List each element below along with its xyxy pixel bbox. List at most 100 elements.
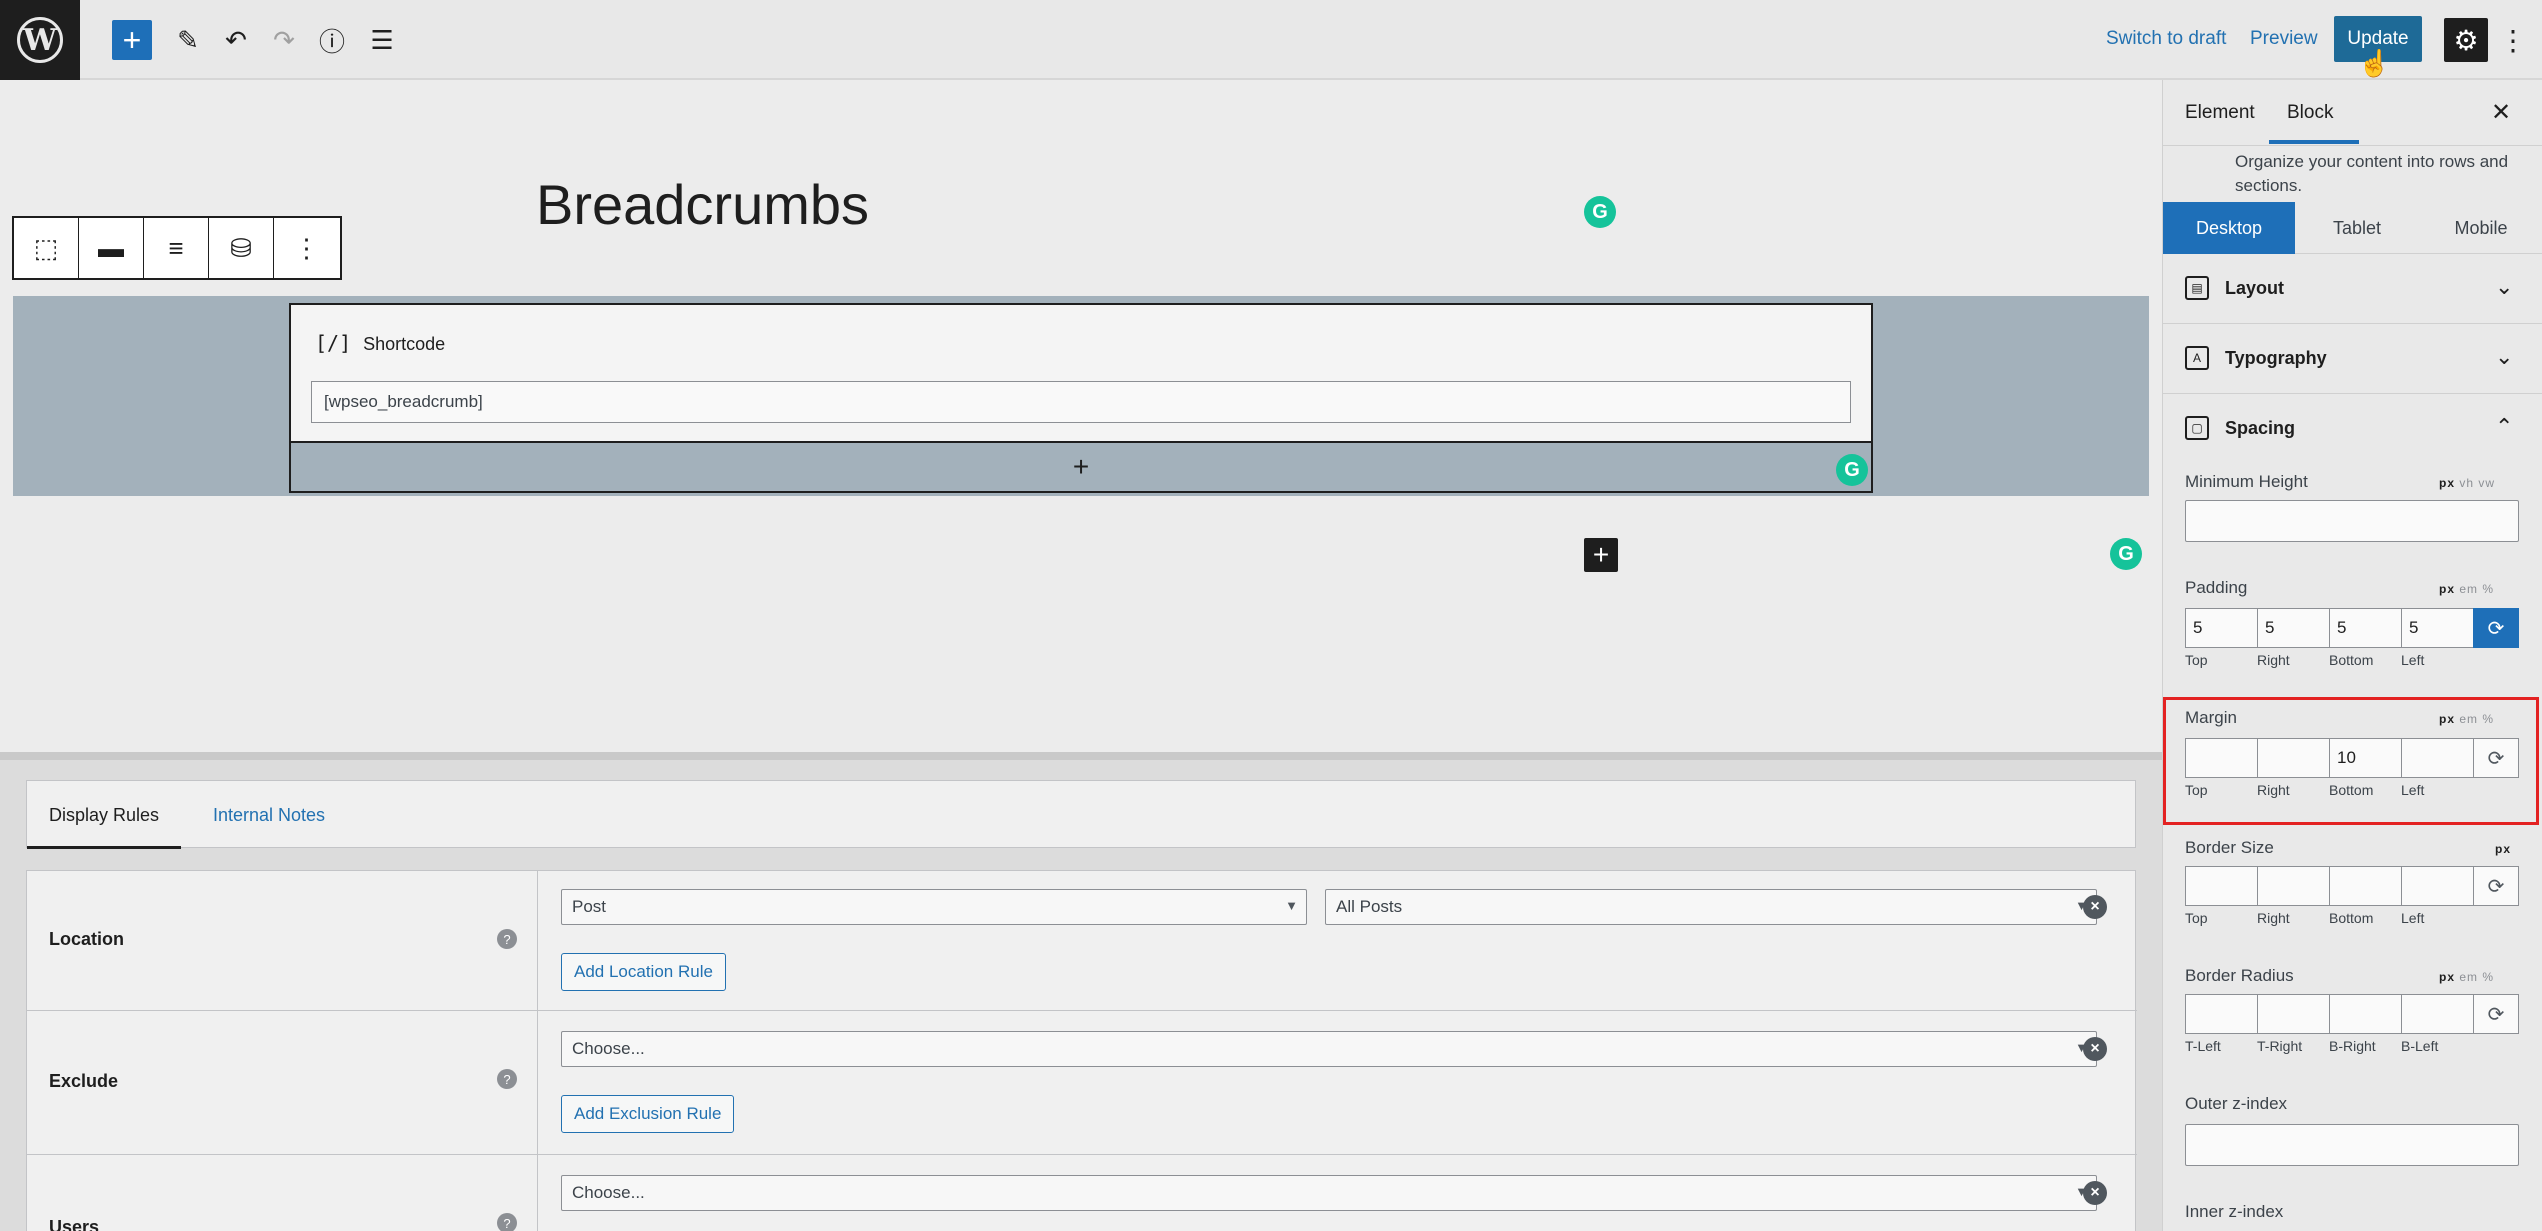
tab-block[interactable]: Block [2287, 102, 2333, 124]
rule-row-exclude: Exclude ? Choose... ▼ × Add Exclusion Rul… [27, 1011, 2137, 1155]
users-select[interactable]: Choose... ▼ [561, 1175, 2097, 1211]
min-height-input[interactable] [2185, 500, 2519, 542]
side-label: Bottom [2329, 652, 2374, 668]
list-view-icon[interactable]: ☰ [362, 20, 402, 60]
location-type-select[interactable]: Post ▼ [561, 889, 1307, 925]
add-location-rule-button[interactable]: Add Location Rule [561, 953, 726, 991]
wordpress-icon: W [17, 17, 63, 63]
rule-label: Location [49, 929, 124, 949]
outer-z-index-input[interactable] [2185, 1124, 2519, 1166]
shortcode-input[interactable]: [wpseo_breadcrumb] [311, 381, 1851, 423]
unit-switcher[interactable]: px vh vw [2439, 476, 2495, 490]
select-parent-icon[interactable]: ⬚ [14, 218, 79, 278]
help-icon[interactable]: ? [497, 1213, 517, 1231]
sidebar-tabs: Element Block ✕ [2163, 80, 2542, 146]
block-options-icon[interactable]: ⋮ [274, 218, 339, 278]
rule-label: Users [49, 1217, 100, 1231]
padding-bottom-input[interactable]: 5 [2329, 608, 2401, 648]
chevron-up-icon: ⌃ [2495, 414, 2514, 439]
tab-desktop[interactable]: Desktop [2163, 202, 2295, 254]
border-top-input[interactable] [2185, 866, 2257, 906]
corner-label: B-Right [2329, 1038, 2376, 1054]
radius-top-left-input[interactable] [2185, 994, 2257, 1034]
outer-z-index-label: Outer z-index [2185, 1094, 2288, 1113]
device-tabs: Desktop Tablet Mobile [2163, 202, 2542, 254]
shortcode-icon: [/] [315, 331, 352, 355]
wordpress-logo-button[interactable]: W [0, 0, 80, 80]
padding-right-input[interactable]: 5 [2257, 608, 2329, 648]
radius-bottom-right-input[interactable] [2329, 994, 2401, 1034]
remove-rule-icon[interactable]: × [2083, 1037, 2107, 1061]
tab-display-rules[interactable]: Display Rules [27, 781, 182, 849]
editor-toolbar: W + ✎ ↶ ↷ ⓘ ☰ Switch to draft Preview Up… [0, 0, 2542, 80]
link-values-icon[interactable]: ⟳ [2473, 994, 2519, 1034]
panel-spacing[interactable]: ▢ Spacing ⌃ [2163, 394, 2542, 464]
chevron-down-icon: ⌄ [2495, 274, 2514, 299]
info-icon[interactable]: ⓘ [312, 20, 352, 60]
grammarly-icon[interactable]: G [2110, 538, 2142, 570]
border-right-input[interactable] [2257, 866, 2329, 906]
preview-link[interactable]: Preview [2250, 28, 2318, 50]
tab-tablet[interactable]: Tablet [2295, 202, 2419, 254]
location-value-select[interactable]: All Posts ▼ [1325, 889, 2097, 925]
help-icon[interactable]: ? [497, 929, 517, 949]
link-values-icon[interactable]: ⟳ [2473, 608, 2519, 648]
rule-label: Exclude [49, 1071, 119, 1091]
exclude-select[interactable]: Choose... ▼ [561, 1031, 2097, 1067]
panel-layout[interactable]: ▤ Layout ⌄ [2163, 254, 2542, 324]
border-left-input[interactable] [2401, 866, 2473, 906]
radius-top-right-input[interactable] [2257, 994, 2329, 1034]
add-block-inline-button[interactable]: + [1584, 538, 1618, 572]
hand-cursor-icon: ☝ [2358, 48, 2391, 78]
corner-label: T-Right [2257, 1038, 2303, 1054]
side-label: Right [2257, 910, 2290, 926]
chevron-down-icon: ▼ [1285, 898, 1298, 913]
page-title[interactable]: Breadcrumbs [536, 172, 869, 237]
panel-typography[interactable]: A Typography ⌄ [2163, 324, 2542, 394]
add-block-button[interactable]: + [112, 20, 152, 60]
close-icon[interactable]: ✕ [2491, 98, 2511, 127]
unit-switcher[interactable]: px em % [2439, 970, 2494, 984]
border-bottom-input[interactable] [2329, 866, 2401, 906]
link-values-icon[interactable]: ⟳ [2473, 866, 2519, 906]
meta-tabs: Display Rules Internal Notes [26, 780, 2136, 849]
block-appender-button[interactable]: + [289, 443, 1873, 493]
redo-icon[interactable]: ↷ [264, 20, 304, 60]
settings-gear-button[interactable]: ⚙ [2444, 18, 2488, 62]
padding-left-input[interactable]: 5 [2401, 608, 2473, 648]
corner-label: B-Left [2401, 1038, 2439, 1054]
tab-element[interactable]: Element [2185, 102, 2255, 124]
side-label: Top [2185, 910, 2208, 926]
corner-label: T-Left [2185, 1038, 2221, 1054]
text-align-icon[interactable]: ≡ [144, 218, 209, 278]
align-icon[interactable]: ▬ [79, 218, 144, 278]
typography-icon: A [2185, 346, 2209, 370]
grammarly-icon[interactable]: G [1836, 454, 1868, 486]
display-rules-table: Location ? Post ▼ All Posts ▼ × Add Locati… [26, 870, 2137, 1231]
database-icon[interactable]: ⛁ [209, 218, 274, 278]
shortcode-label: Shortcode [363, 334, 446, 354]
more-options-button[interactable]: ⋮ [2498, 20, 2528, 60]
pencil-icon[interactable]: ✎ [168, 20, 208, 60]
border-radius-label: Border Radius [2185, 966, 2294, 985]
tab-mobile[interactable]: Mobile [2419, 202, 2542, 254]
remove-rule-icon[interactable]: × [2083, 895, 2107, 919]
radius-bottom-left-input[interactable] [2401, 994, 2473, 1034]
remove-rule-icon[interactable]: × [2083, 1181, 2107, 1205]
unit-switcher[interactable]: px em % [2439, 582, 2494, 596]
add-exclusion-rule-button[interactable]: Add Exclusion Rule [561, 1095, 735, 1133]
unit-switcher[interactable]: px [2495, 842, 2511, 856]
tab-internal-notes[interactable]: Internal Notes [191, 781, 347, 849]
switch-to-draft-link[interactable]: Switch to draft [2106, 28, 2226, 50]
undo-icon[interactable]: ↶ [216, 20, 256, 60]
padding-top-input[interactable]: 5 [2185, 608, 2257, 648]
layout-icon: ▤ [2185, 276, 2209, 300]
side-label: Top [2185, 652, 2208, 668]
spacing-icon: ▢ [2185, 416, 2209, 440]
rule-row-users: Users ? Choose... ▼ × [27, 1155, 2137, 1231]
help-icon[interactable]: ? [497, 1069, 517, 1089]
block-toolbar: ⬚ ▬ ≡ ⛁ ⋮ [12, 216, 342, 280]
shortcode-block[interactable]: [/] Shortcode [wpseo_breadcrumb] [289, 303, 1873, 443]
margin-highlight-box [2163, 697, 2539, 825]
grammarly-icon[interactable]: G [1584, 196, 1616, 228]
